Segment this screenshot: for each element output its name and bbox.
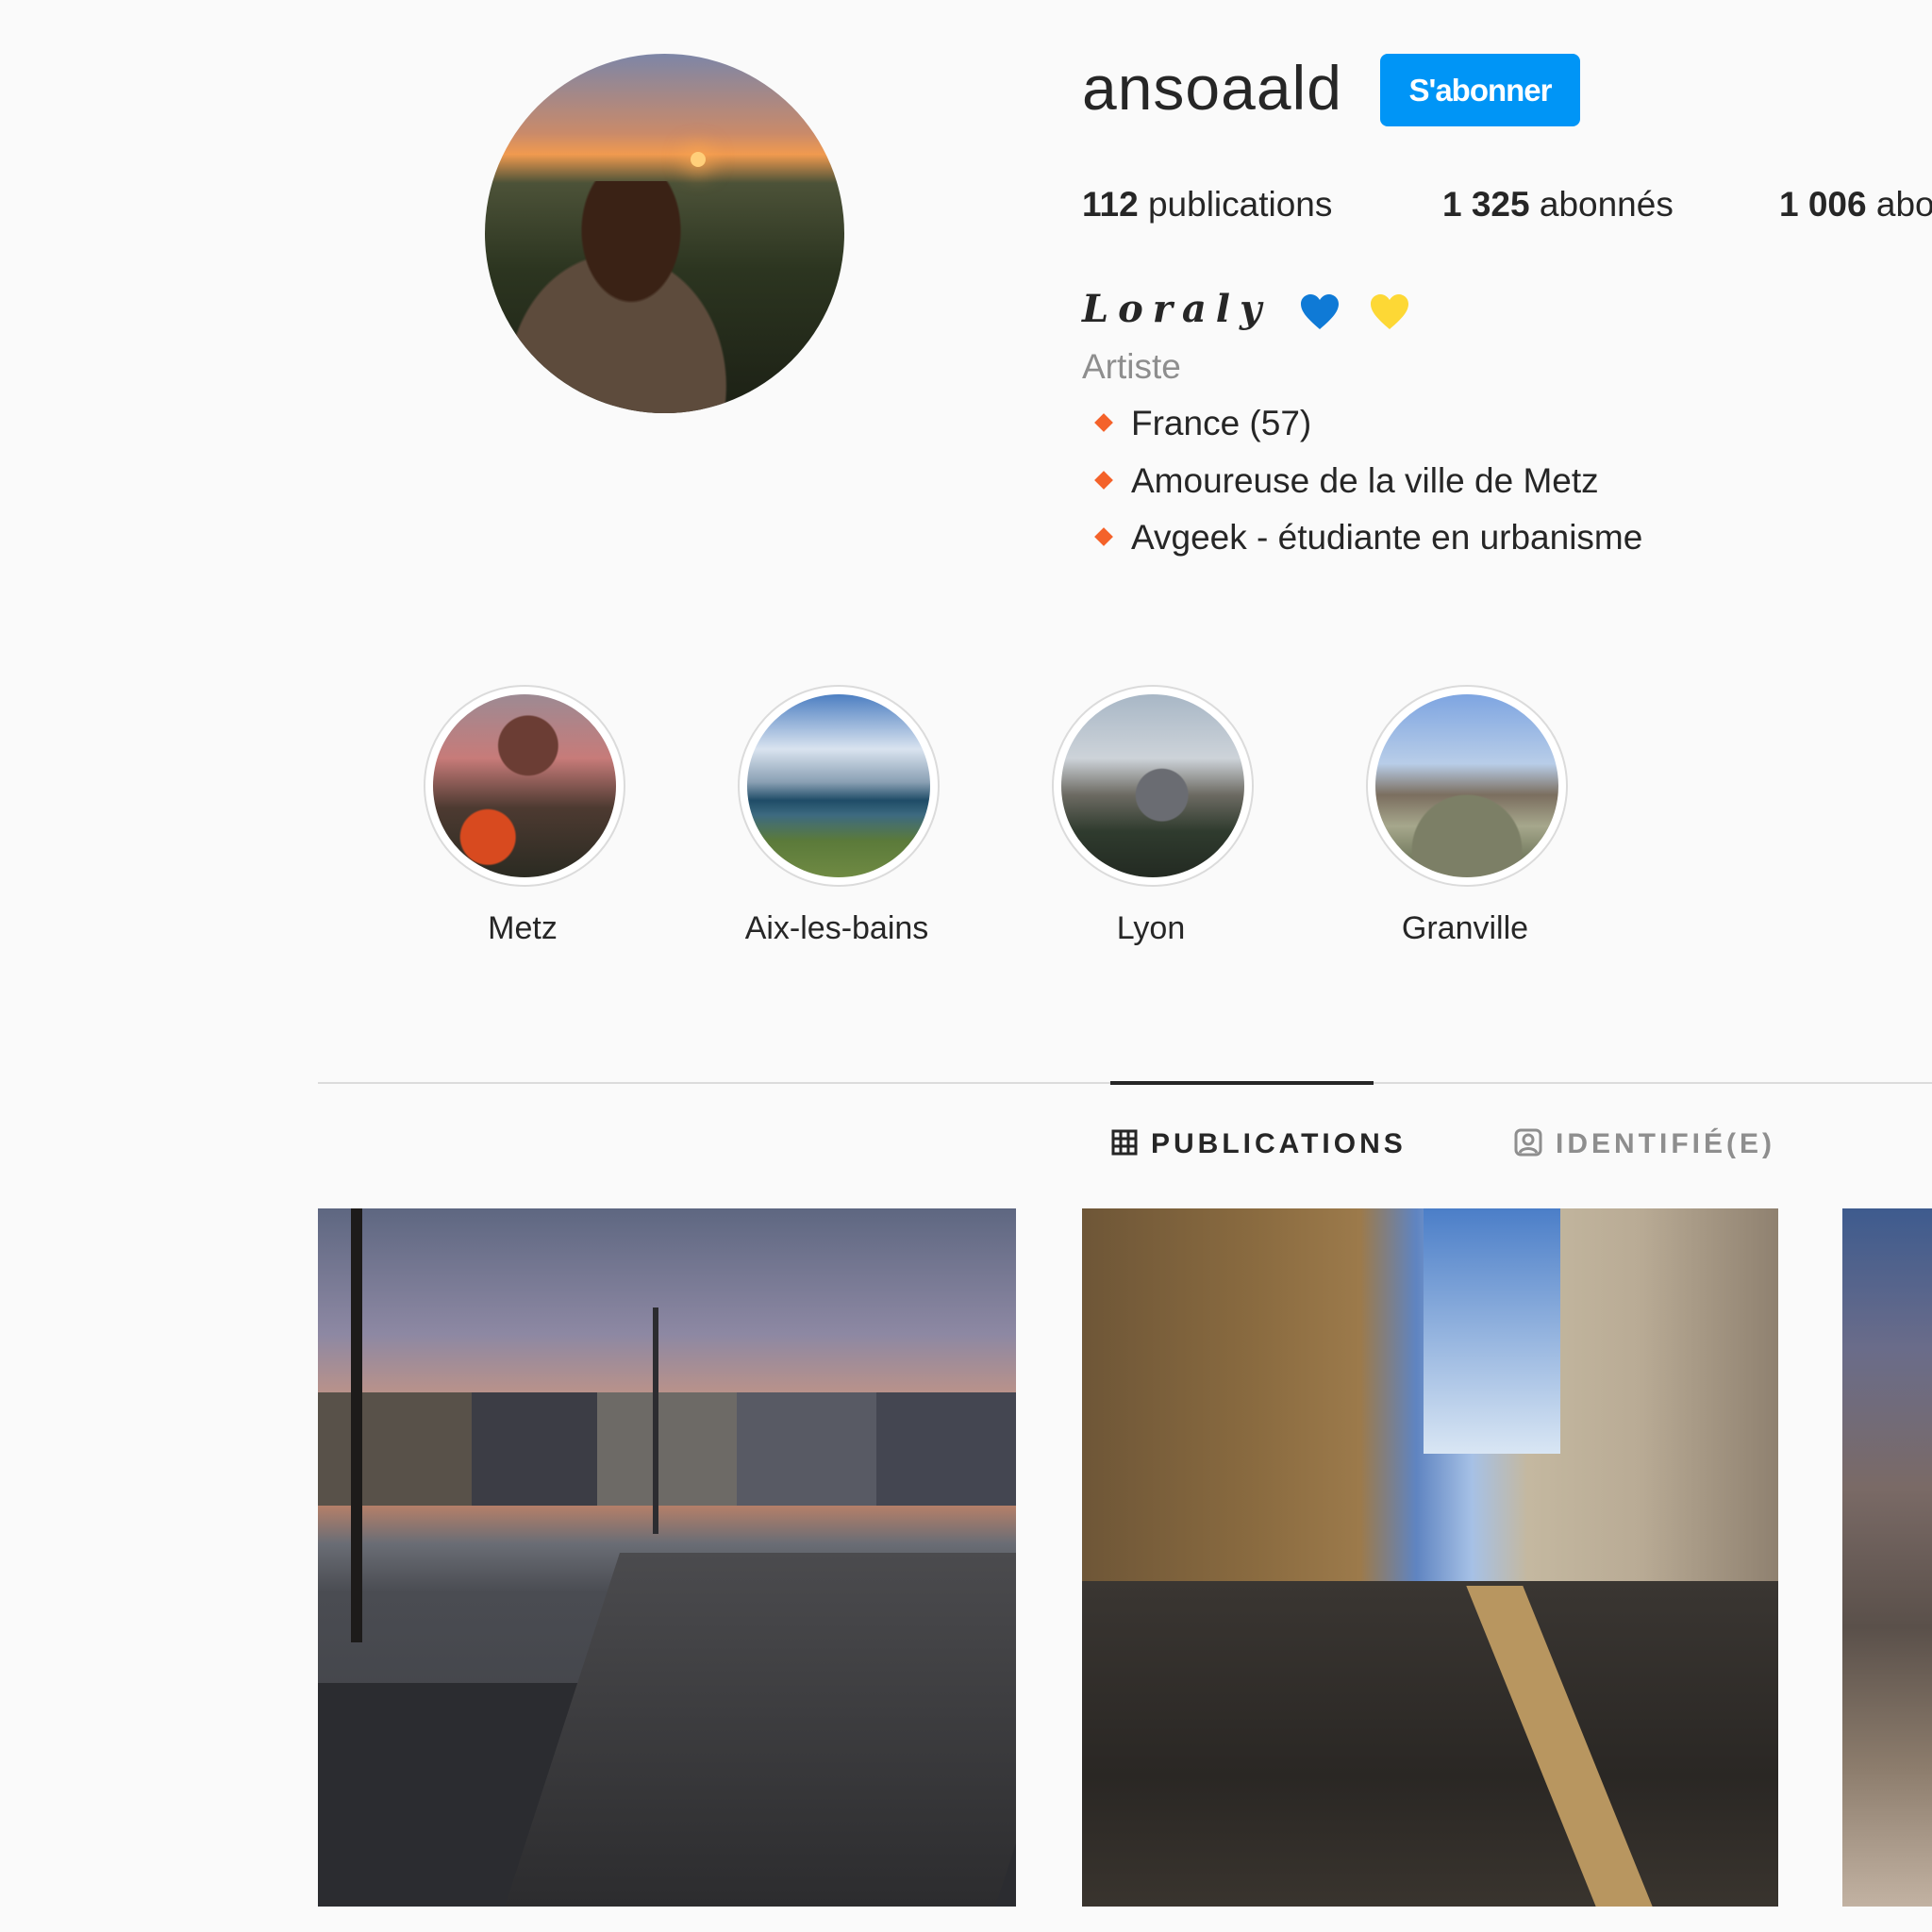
highlight-cover-image (1061, 694, 1244, 877)
following-label: abo (1866, 185, 1932, 224)
blue-heart-icon (1299, 293, 1341, 331)
bio-line: Avgeek - étudiante en urbanisme (1094, 518, 1642, 558)
highlight-aix-les-bains[interactable] (738, 685, 940, 887)
highlight-label: Metz (488, 910, 558, 946)
highlight-cover-image (1375, 694, 1558, 877)
tab-label: IDENTIFIÉ(E) (1556, 1128, 1775, 1159)
tab-publications[interactable]: PUBLICATIONS (1111, 1128, 1407, 1160)
follow-button[interactable]: S'abonner (1380, 54, 1580, 126)
bio-line: France (57) (1094, 404, 1311, 443)
highlight-metz[interactable] (424, 685, 625, 887)
tagged-user-icon (1514, 1128, 1542, 1157)
highlight-label: Granville (1401, 910, 1529, 946)
tab-label: PUBLICATIONS (1151, 1128, 1407, 1159)
post-thumbnail[interactable] (1842, 1208, 1932, 1907)
grid-icon (1111, 1129, 1138, 1156)
followers-label: abonnés (1529, 185, 1674, 224)
profile-avatar[interactable] (485, 54, 844, 413)
followers-count-stat[interactable]: 1 325 abonnés (1442, 185, 1674, 225)
full-name-text: Loraly (1082, 287, 1272, 331)
following-count: 1 006 (1779, 185, 1867, 224)
profile-username: ansoaald (1082, 53, 1342, 123)
highlight-cover-image (747, 694, 930, 877)
orange-diamond-icon (1094, 527, 1113, 547)
profile-full-name: Loraly (1082, 287, 1410, 331)
post-thumbnail[interactable] (1082, 1208, 1778, 1907)
yellow-heart-icon (1369, 293, 1410, 331)
highlight-label: Lyon (1116, 910, 1186, 946)
orange-diamond-icon (1094, 413, 1113, 433)
active-tab-indicator (1110, 1081, 1374, 1085)
posts-count: 112 (1082, 185, 1139, 224)
following-count-stat[interactable]: 1 006 abo (1779, 185, 1932, 225)
highlight-cover-image (433, 694, 616, 877)
tab-tagged[interactable]: IDENTIFIÉ(E) (1514, 1128, 1775, 1160)
profile-category: Artiste (1082, 347, 1181, 386)
posts-count-stat: 112 publications (1082, 185, 1332, 225)
highlight-lyon[interactable] (1052, 685, 1254, 887)
orange-diamond-icon (1094, 471, 1113, 491)
highlight-label: Aix-les-bains (744, 910, 929, 946)
posts-label: publications (1138, 185, 1333, 224)
post-thumbnail[interactable] (318, 1208, 1016, 1907)
bio-line: Amoureuse de la ville de Metz (1094, 461, 1599, 501)
followers-count: 1 325 (1442, 185, 1530, 224)
highlight-granville[interactable] (1366, 685, 1568, 887)
